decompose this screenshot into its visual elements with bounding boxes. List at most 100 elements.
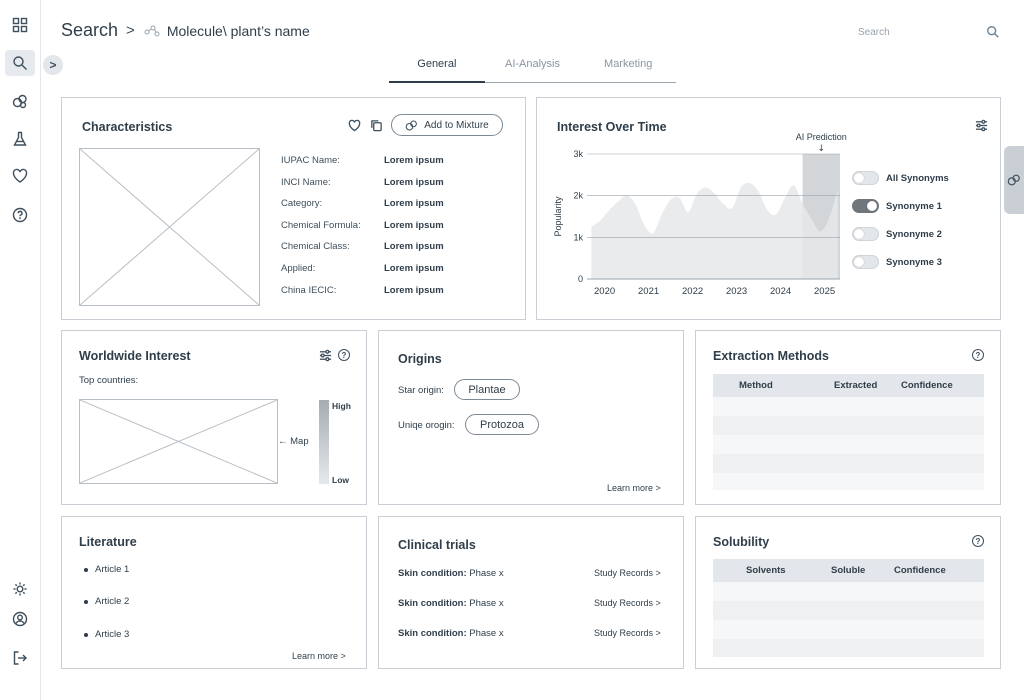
article-item[interactable]: Article 3 (84, 629, 129, 640)
article-item[interactable]: Article 2 (84, 596, 129, 607)
learn-more-link[interactable]: Learn more > (607, 483, 661, 493)
x-tick-label: 2025 (814, 286, 835, 297)
clinical-title: Clinical trials (398, 538, 476, 552)
table-row[interactable] (713, 639, 984, 657)
search-bar[interactable]: Search (858, 22, 1000, 42)
trial-row: Skin condition: Phase x (398, 598, 504, 609)
unique-origin-chip[interactable]: Protozoa (465, 414, 539, 435)
mixture-drawer-tab[interactable] (1004, 146, 1024, 214)
search-icon (13, 56, 27, 70)
sidebar-item-lab[interactable] (5, 126, 35, 152)
column-header[interactable]: Solvents (746, 565, 786, 576)
search-icon[interactable] (986, 25, 1000, 39)
copy-icon (371, 120, 382, 132)
worldwide-title: Worldwide Interest (79, 349, 191, 363)
bubbles-icon (405, 120, 418, 130)
table-row[interactable] (713, 582, 984, 601)
column-header[interactable]: Confidence (901, 380, 953, 391)
toggle-switch[interactable] (852, 227, 879, 241)
column-header[interactable]: Extracted (834, 380, 877, 391)
toggle-switch[interactable] (852, 255, 879, 269)
column-header[interactable]: Soluble (831, 565, 865, 576)
help-icon[interactable]: ? (972, 349, 984, 361)
sidebar (0, 0, 41, 700)
filter-button[interactable] (975, 119, 988, 132)
extraction-methods-card: Extraction Methods ? Method Extracted Co… (695, 330, 1001, 505)
legend-low: Low (332, 475, 349, 485)
grid-icon (12, 17, 28, 33)
help-icon[interactable]: ? (338, 349, 350, 361)
column-header[interactable]: Method (739, 380, 773, 391)
article-title[interactable]: Article 2 (95, 596, 129, 607)
study-records-link[interactable]: Study Records > (594, 628, 661, 638)
add-to-mixture-label: Add to Mixture (424, 119, 489, 131)
table-row[interactable] (713, 416, 984, 435)
field-value: Lorem ipsum (384, 155, 444, 166)
toggle-switch[interactable] (852, 171, 879, 185)
article-item[interactable]: Article 1 (84, 564, 129, 575)
solubility-title: Solubility (713, 535, 770, 549)
literature-card: Literature Article 1 Article 2 Article 3… (61, 516, 367, 669)
sidebar-item-search[interactable] (5, 50, 35, 76)
field-label: China IECIC: (281, 285, 337, 296)
bullet (84, 567, 88, 572)
help-icon[interactable]: ? (972, 535, 984, 547)
learn-more-link[interactable]: Learn more > (292, 651, 346, 661)
sidebar-item-profile[interactable] (5, 606, 35, 632)
filter-button[interactable] (319, 349, 332, 362)
field-label: IUPAC Name: (281, 155, 340, 166)
tab-marketing[interactable]: Marketing (580, 52, 676, 83)
chevron-right-icon: > (49, 58, 57, 72)
star-origin-chip[interactable]: Plantae (454, 379, 520, 400)
sidebar-item-mixture[interactable] (5, 88, 35, 114)
toggle-all-synonyms[interactable]: All Synonyms (852, 171, 949, 185)
field-label: Category: (281, 198, 323, 209)
heart-icon (12, 168, 28, 183)
article-title[interactable]: Article 3 (95, 629, 129, 640)
toggle-switch[interactable] (852, 199, 879, 213)
favorite-button[interactable] (348, 119, 361, 132)
help-icon (12, 207, 28, 223)
field-label: INCI Name: (281, 177, 331, 188)
table-row[interactable] (713, 454, 984, 473)
study-records-link[interactable]: Study Records > (594, 568, 661, 578)
table-row[interactable] (713, 601, 984, 620)
breadcrumb-root[interactable]: Search (61, 20, 118, 41)
origins-title: Origins (398, 352, 442, 366)
sidebar-item-dashboard[interactable] (5, 12, 35, 38)
table-row[interactable] (713, 620, 984, 639)
sidebar-item-logout[interactable] (5, 645, 35, 671)
article-title[interactable]: Article 1 (95, 564, 129, 575)
search-input[interactable]: Search (858, 27, 890, 38)
logout-icon (13, 651, 27, 665)
toggle-synonyme-2[interactable]: Synonyme 2 (852, 227, 942, 241)
sidebar-item-favorites[interactable] (5, 163, 35, 189)
expand-sidebar-button[interactable]: > (43, 55, 63, 75)
origins-card: Origins Star origin: Plantae Uniqe orogi… (378, 330, 684, 505)
table-row[interactable] (713, 473, 984, 490)
bubbles-icon (1007, 174, 1020, 186)
sidebar-item-theme[interactable] (5, 576, 35, 602)
characteristics-title: Characteristics (82, 120, 173, 134)
study-records-link[interactable]: Study Records > (594, 598, 661, 608)
trial-phase: Phase x (469, 568, 504, 579)
heart-icon (348, 119, 361, 132)
column-header[interactable]: Confidence (894, 565, 946, 576)
copy-button[interactable] (370, 119, 383, 132)
toggle-synonyme-1[interactable]: Synonyme 1 (852, 199, 942, 213)
field-value: Lorem ipsum (384, 285, 444, 296)
ai-prediction-label: AI Prediction (796, 132, 847, 142)
table-row[interactable] (713, 435, 984, 454)
tab-ai-analysis[interactable]: AI-Analysis (485, 52, 581, 83)
x-tick-label: 2021 (638, 286, 659, 297)
solubility-card: Solubility ? Solvents Soluble Confidence (695, 516, 1001, 669)
toggle-synonyme-3[interactable]: Synonyme 3 (852, 255, 942, 269)
toggle-label: All Synonyms (886, 172, 949, 184)
tab-general[interactable]: General (389, 52, 485, 83)
add-to-mixture-button[interactable]: Add to Mixture (391, 114, 503, 136)
map-placeholder[interactable] (79, 399, 278, 484)
map-label: ← Map (278, 436, 309, 447)
table-row[interactable] (713, 397, 984, 416)
sidebar-item-help[interactable] (5, 202, 35, 228)
sliders-icon (975, 119, 988, 132)
